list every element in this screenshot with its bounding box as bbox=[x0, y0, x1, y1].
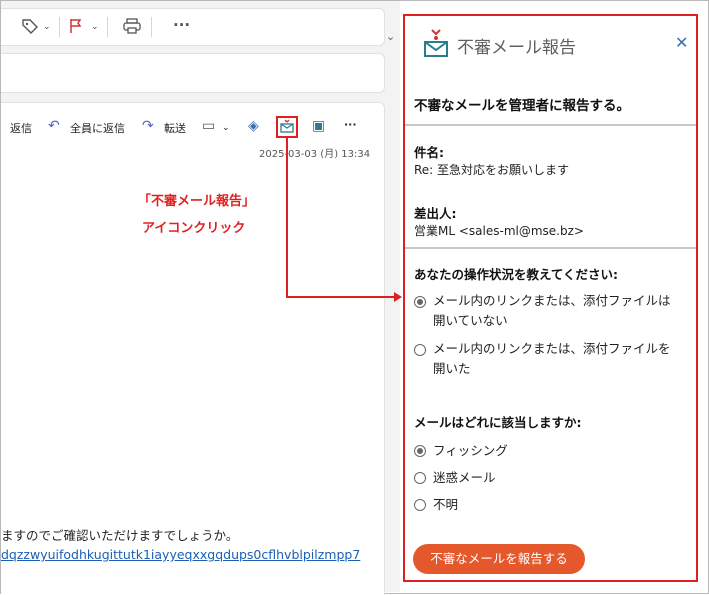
sender-value: 営業ML <sales-ml@mse.bz> bbox=[414, 224, 584, 238]
more-actions-icon[interactable]: ··· bbox=[344, 118, 357, 131]
option-phishing-label: フィッシング bbox=[433, 443, 508, 458]
reply-all-button[interactable]: 全員に返信 bbox=[70, 120, 125, 136]
more-options-icon[interactable]: ··· bbox=[173, 16, 190, 34]
radio-not-opened[interactable] bbox=[414, 296, 426, 308]
mail-body-link[interactable]: dqzzwyuifodhkugittutk1iayyeqxxgqdups0cfl… bbox=[1, 547, 384, 562]
radio-opened[interactable] bbox=[414, 344, 426, 356]
chevron-down-icon[interactable]: ⌄ bbox=[386, 30, 395, 43]
chevron-down-icon[interactable]: ⌄ bbox=[43, 22, 51, 32]
apps-icon[interactable]: ▣ bbox=[312, 118, 325, 134]
callout-line2: アイコンクリック bbox=[142, 221, 246, 236]
print-icon[interactable] bbox=[123, 18, 141, 38]
report-suspicious-mail-button[interactable]: 不審なメールを報告する bbox=[413, 544, 585, 574]
radio-unknown[interactable] bbox=[414, 499, 426, 511]
option-spam-label: 迷惑メール bbox=[433, 470, 496, 485]
report-addin-panel: 不審メール報告 ✕ 不審なメールを管理者に報告する。 件名: Re: 至急対応を… bbox=[403, 14, 698, 582]
arrow-line bbox=[286, 296, 396, 298]
reply-button[interactable]: 返信 bbox=[10, 120, 32, 136]
icon-highlight-box bbox=[276, 116, 298, 138]
question-operation-status: あなたの操作状況を教えてください: bbox=[414, 267, 618, 282]
panel-title: 不審メール報告 bbox=[457, 38, 576, 58]
option-unknown-label: 不明 bbox=[433, 497, 459, 512]
arrow-line bbox=[286, 138, 288, 298]
reply-all-icon: ↶ bbox=[48, 118, 60, 134]
suspicious-mail-logo-icon bbox=[423, 28, 449, 62]
subject-bar bbox=[1, 53, 385, 93]
addin-diamond-icon[interactable]: ◈ bbox=[248, 118, 259, 134]
flag-icon[interactable] bbox=[69, 18, 83, 38]
mail-date: 2025-03-03 (月) 13:34 bbox=[259, 149, 371, 160]
divider bbox=[59, 17, 60, 37]
subject-value: Re: 至急対応をお願いします bbox=[414, 163, 570, 177]
panel-subtitle: 不審なメールを管理者に報告する。 bbox=[414, 98, 630, 114]
option-opened-label: メール内のリンクまたは、添付ファイルを 開いた bbox=[433, 341, 671, 376]
chevron-down-icon[interactable]: ⌄ bbox=[91, 22, 99, 32]
chevron-down-icon[interactable]: ⌄ bbox=[222, 123, 230, 133]
divider bbox=[405, 247, 696, 249]
meeting-icon[interactable]: ▭ bbox=[202, 118, 215, 134]
mail-toolbar: ⌄ ⌄ ··· bbox=[1, 8, 385, 46]
forward-button[interactable]: 転送 bbox=[164, 120, 186, 136]
tag-icon[interactable] bbox=[21, 18, 39, 38]
arrow-head bbox=[394, 292, 402, 302]
option-not-opened-label: メール内のリンクまたは、添付ファイルは 開いていない bbox=[433, 293, 671, 328]
close-icon[interactable]: ✕ bbox=[675, 33, 688, 52]
sender-label: 差出人: bbox=[414, 206, 457, 221]
divider bbox=[151, 17, 152, 37]
radio-phishing[interactable] bbox=[414, 445, 426, 457]
question-mail-type: メールはどれに該当しますか: bbox=[414, 415, 582, 430]
callout-line1: 「不審メール報告」 bbox=[138, 194, 256, 209]
forward-icon: ↷ bbox=[142, 118, 154, 134]
reading-pane bbox=[1, 102, 385, 595]
mail-body-text: ますのでご確認いただけますでしょうか。 bbox=[1, 528, 239, 543]
divider bbox=[107, 17, 108, 37]
radio-spam[interactable] bbox=[414, 472, 426, 484]
subject-label: 件名: bbox=[414, 145, 444, 160]
panel-header: 不審メール報告 ✕ bbox=[405, 16, 696, 76]
divider bbox=[405, 124, 696, 126]
